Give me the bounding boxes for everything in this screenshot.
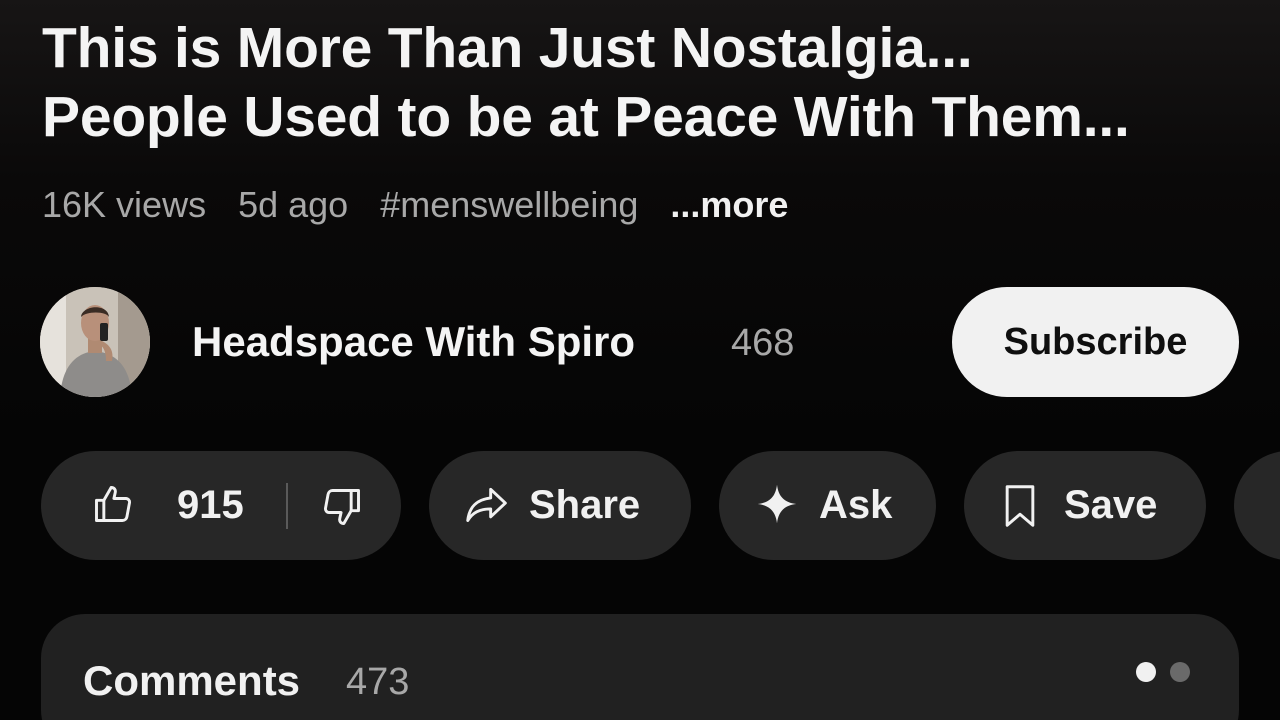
pager-dot-inactive[interactable] [1170, 662, 1190, 682]
bookmark-icon [1002, 484, 1038, 528]
like-count[interactable]: 915 [177, 479, 244, 531]
more-description-button[interactable]: ...more [670, 184, 788, 225]
like-dislike-pill: 915 [41, 451, 401, 560]
comments-panel[interactable]: Comments 473 [41, 614, 1239, 720]
pager-dot-active[interactable] [1136, 662, 1156, 682]
thumbs-up-icon[interactable] [91, 482, 135, 526]
sparkle-icon [755, 482, 799, 526]
save-button[interactable]: Save [964, 451, 1206, 560]
action-bar: 915 Share Ask Save [41, 451, 1280, 560]
save-label: Save [1064, 483, 1158, 527]
subscriber-count: 468 [731, 322, 795, 364]
comments-count: 473 [346, 661, 410, 703]
comments-title: Comments [83, 657, 301, 704]
subscribe-button[interactable]: Subscribe [952, 287, 1239, 397]
share-arrow-icon [463, 482, 511, 526]
share-button[interactable]: Share [429, 451, 691, 560]
video-title-line-2: People Used to be at Peace With Them... [42, 85, 1130, 149]
video-watch-page: This is More Than Just Nostalgia... Peop… [0, 0, 1280, 720]
more-actions-button[interactable] [1234, 451, 1280, 560]
channel-avatar-photo [40, 287, 150, 397]
ask-label: Ask [819, 483, 893, 527]
channel-name[interactable]: Headspace With Spiro [192, 315, 635, 369]
view-count: 16K views [42, 184, 207, 225]
hashtag-link[interactable]: #menswellbeing [380, 184, 638, 225]
thumbs-down-icon[interactable] [320, 485, 364, 529]
video-metadata[interactable]: 16K views 5d ago #menswellbeing ...more [42, 180, 810, 230]
like-divider [286, 483, 288, 529]
channel-avatar[interactable] [40, 287, 150, 397]
more-actions-icon [1272, 484, 1280, 528]
upload-age: 5d ago [238, 184, 349, 225]
video-title[interactable]: This is More Than Just Nostalgia... Peop… [42, 14, 1242, 152]
video-title-line-1: This is More Than Just Nostalgia... [42, 16, 973, 80]
channel-row: Headspace With Spiro 468 Subscribe [40, 287, 1240, 397]
comments-pager[interactable] [1136, 662, 1196, 682]
share-label: Share [529, 483, 641, 527]
ask-button[interactable]: Ask [719, 451, 936, 560]
